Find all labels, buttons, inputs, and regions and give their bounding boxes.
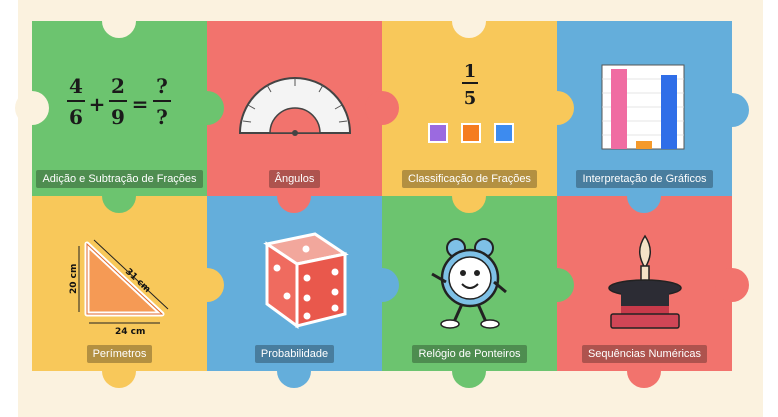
protractor-icon — [238, 77, 352, 136]
svg-text:1: 1 — [464, 61, 477, 82]
alarm-clock-icon — [431, 238, 507, 329]
bar-chart-icon — [601, 64, 685, 150]
tile-number-sequences[interactable]: Sequências Numéricas — [540, 179, 749, 388]
tile-label: Interpretação de Gráficos — [576, 170, 713, 188]
svg-text:20 cm: 20 cm — [69, 264, 79, 294]
fraction-equation-icon: 4 6 + 2 9 = ? ? — [67, 74, 171, 129]
tile-label: Sequências Numéricas — [581, 345, 708, 363]
svg-text:+: + — [89, 92, 106, 116]
tile-graph-interpretation[interactable]: Interpretação de Gráficos — [540, 21, 749, 196]
svg-text:6: 6 — [69, 105, 83, 129]
fraction-blocks-icon: 1 5 — [428, 61, 514, 143]
svg-text:24 cm: 24 cm — [115, 327, 145, 337]
tile-label: Classificação de Frações — [402, 170, 537, 188]
svg-text:2: 2 — [111, 74, 125, 98]
triangle-icon: 20 cm 31 cm 24 cm — [69, 239, 169, 337]
tile-label: Relógio de Ponteiros — [412, 345, 527, 363]
tile-label: Perímetros — [86, 345, 153, 363]
svg-text:?: ? — [156, 74, 168, 98]
tile-label: Ângulos — [268, 170, 321, 188]
tile-label: Probabilidade — [254, 345, 335, 363]
svg-text:9: 9 — [111, 105, 125, 129]
tile-probability[interactable]: Probabilidade — [190, 179, 382, 388]
tile-fraction-operations[interactable]: 4 6 + 2 9 = ? ? Adição e Subtração de Fr… — [15, 4, 207, 196]
svg-text:?: ? — [156, 105, 168, 129]
dice-icon — [263, 232, 349, 329]
svg-text:=: = — [132, 92, 149, 116]
svg-text:5: 5 — [464, 88, 477, 109]
topics-puzzle-grid: 4 6 + 2 9 = ? ? Adição e Subtração de Fr… — [15, 4, 749, 388]
tile-label: Adição e Subtração de Frações — [36, 170, 203, 188]
tile-perimeters[interactable]: 20 cm 31 cm 24 cm Perímetros — [32, 179, 207, 388]
tile-clock[interactable]: Relógio de Ponteiros — [365, 179, 557, 388]
magic-hat-icon — [608, 234, 682, 329]
svg-text:4: 4 — [69, 74, 83, 98]
tile-angles[interactable]: Ângulos — [190, 21, 382, 196]
tile-fraction-classification[interactable]: 1 5 Classificação de Frações — [365, 4, 557, 196]
